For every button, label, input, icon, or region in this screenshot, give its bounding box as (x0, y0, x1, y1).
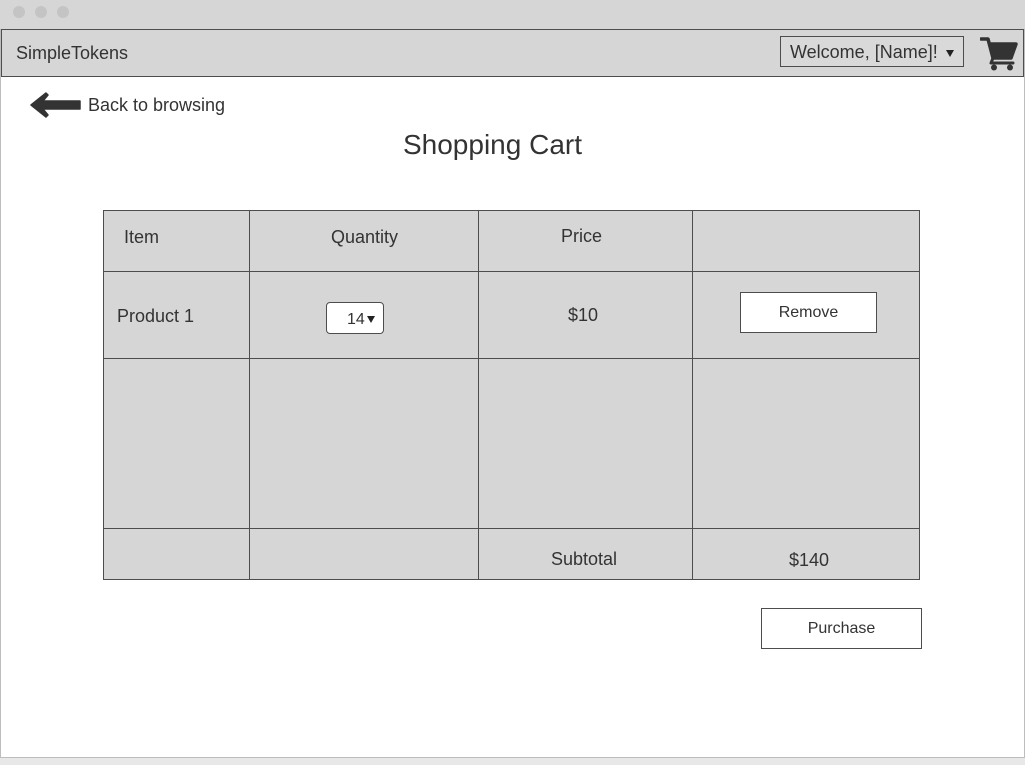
quantity-select[interactable]: 14 (326, 302, 384, 334)
window-maximize-dot[interactable] (57, 6, 69, 18)
user-menu-label: Welcome, [Name]! (790, 42, 938, 62)
user-menu-dropdown[interactable]: Welcome, [Name]! (780, 36, 964, 67)
app-header: SimpleTokens Welcome, [Name]! (1, 29, 1024, 77)
column-header-item: Item (124, 227, 160, 247)
table-divider (249, 211, 250, 579)
column-header-price: Price (561, 226, 603, 246)
quantity-value: 14 (347, 311, 365, 328)
window-close-dot[interactable] (13, 6, 25, 18)
remove-item-button[interactable]: Remove (740, 292, 877, 333)
table-divider (104, 358, 919, 359)
column-header-quantity: Quantity (331, 227, 399, 247)
window-titlebar (0, 0, 1025, 29)
shopping-cart-icon[interactable] (980, 35, 1018, 71)
page-content: SimpleTokens Welcome, [Name]! Back to br… (0, 29, 1025, 758)
cart-table: Item Quantity Price Product 1 14 $10 Rem… (103, 210, 920, 580)
back-link-label: Back to browsing (88, 94, 226, 115)
arrow-left-icon (30, 92, 81, 118)
window-minimize-dot[interactable] (35, 6, 47, 18)
table-divider (692, 211, 693, 579)
subtotal-value: $140 (789, 550, 830, 570)
chevron-down-icon (946, 50, 954, 57)
subtotal-label: Subtotal (551, 549, 618, 569)
table-divider (478, 211, 479, 579)
cart-item-name: Product 1 (117, 306, 195, 326)
back-to-browsing-link[interactable]: Back to browsing (29, 90, 225, 120)
brand-name: SimpleTokens (16, 43, 129, 63)
table-divider (104, 528, 919, 529)
table-divider (104, 271, 919, 272)
cart-item-price: $10 (568, 305, 599, 325)
purchase-button[interactable]: Purchase (761, 608, 922, 649)
page-title: Shopping Cart (402, 129, 582, 160)
chevron-down-icon (367, 316, 375, 323)
